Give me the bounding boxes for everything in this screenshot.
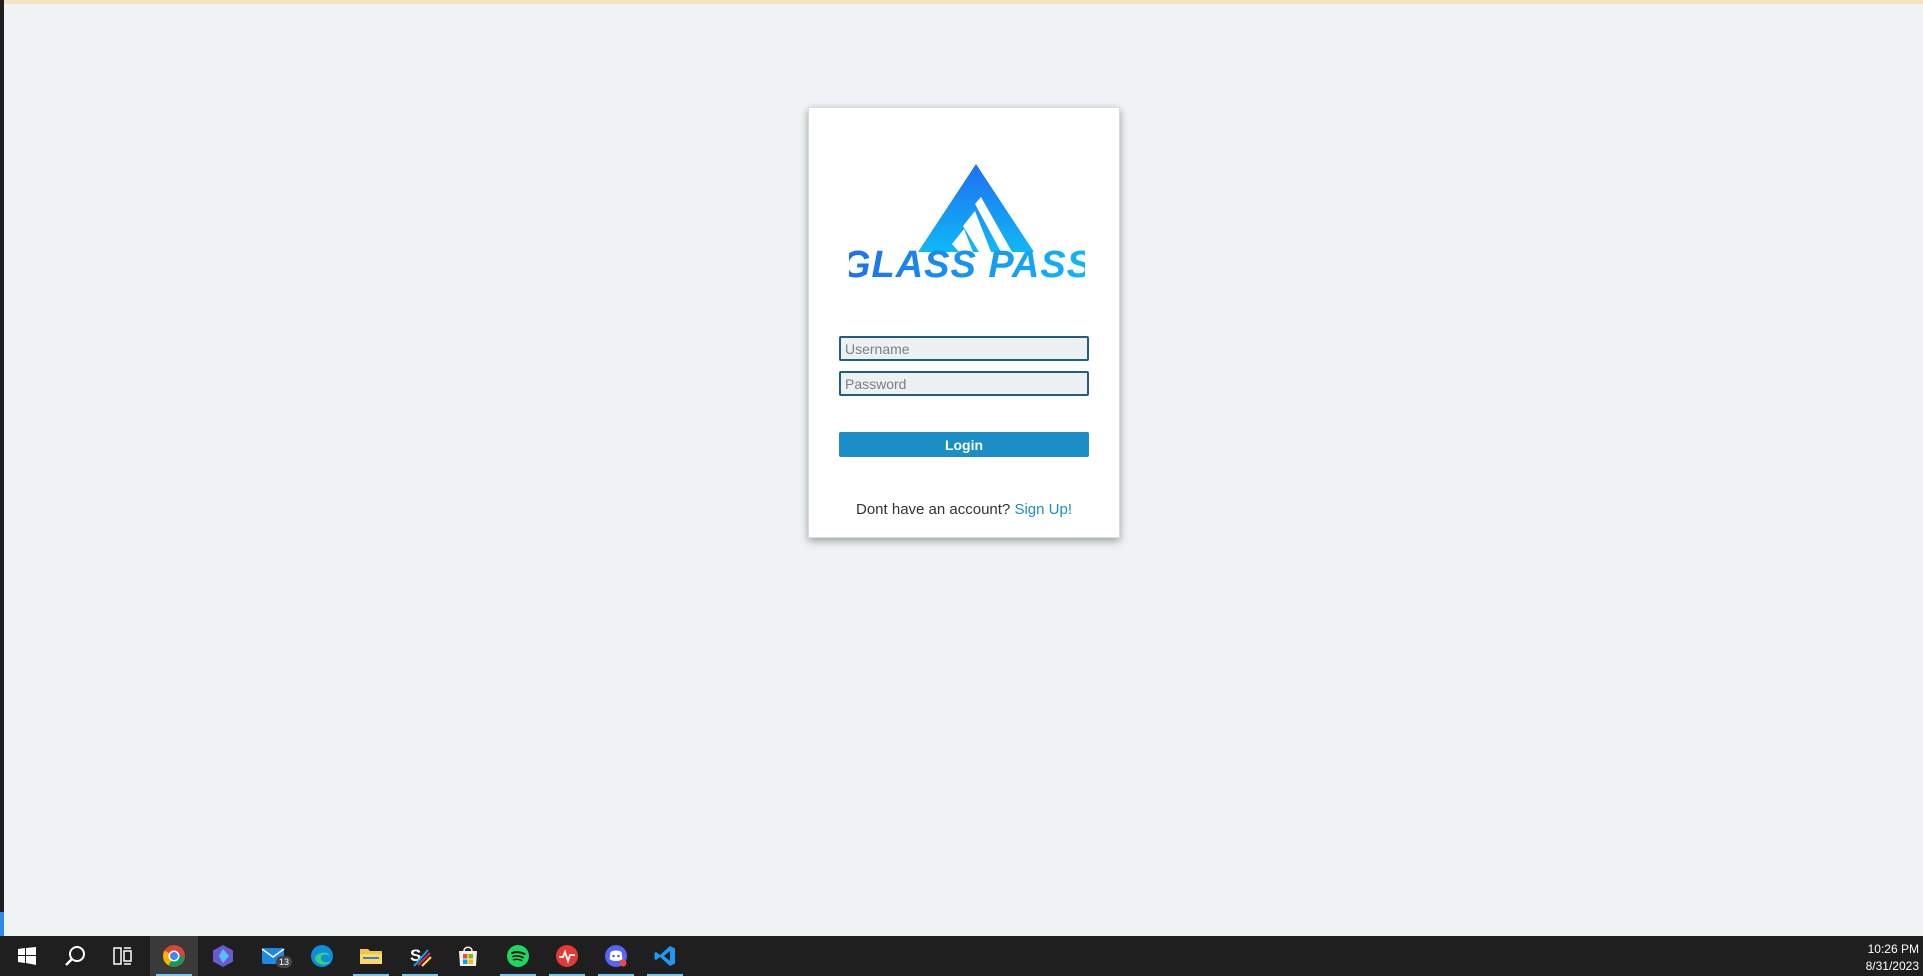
taskbar-activity-app[interactable] <box>543 936 591 976</box>
search-icon <box>65 946 85 966</box>
store-icon <box>459 946 477 966</box>
login-card: GLASS PASS Login Dont have an account? S… <box>808 107 1120 538</box>
start-icon <box>18 947 36 965</box>
username-input[interactable] <box>839 336 1089 361</box>
window-left-edge <box>0 0 4 936</box>
signup-prompt: Dont have an account? <box>856 501 1011 518</box>
taskbar-copilot[interactable] <box>199 936 247 976</box>
vscode-icon <box>654 946 675 966</box>
clock-time: 10:26 PM <box>1867 942 1919 956</box>
chrome-icon <box>163 945 185 967</box>
search-button[interactable] <box>51 936 99 976</box>
taskbar: 13 S 10:26 PM 8/31/2023 <box>0 936 1923 976</box>
taskbar-edge[interactable] <box>298 936 346 976</box>
taskbar-app-s[interactable]: S <box>396 936 444 976</box>
taskbar-vscode[interactable] <box>641 936 689 976</box>
app-s-icon: S <box>410 946 432 967</box>
start-button[interactable] <box>3 936 51 976</box>
taskbar-spotify[interactable] <box>494 936 542 976</box>
taskbar-store[interactable] <box>444 936 492 976</box>
glass-pass-logo: GLASS PASS <box>849 156 1085 278</box>
taskbar-file-explorer[interactable] <box>347 936 395 976</box>
task-view-button[interactable] <box>99 936 147 976</box>
activity-app-icon <box>556 945 578 967</box>
system-clock[interactable]: 10:26 PM 8/31/2023 <box>1866 941 1919 975</box>
taskbar-chrome[interactable] <box>150 936 198 976</box>
file-explorer-icon <box>360 949 382 964</box>
signup-row: Dont have an account? Sign Up! <box>809 501 1119 518</box>
edge-icon <box>311 945 333 967</box>
mail-badge: 13 <box>276 956 293 968</box>
clock-date: 8/31/2023 <box>1865 959 1919 973</box>
taskbar-mail[interactable]: 13 <box>249 936 297 976</box>
logo-text: GLASS PASS <box>849 244 1085 278</box>
signup-link[interactable]: Sign Up! <box>1014 501 1072 518</box>
login-button[interactable]: Login <box>839 432 1089 457</box>
browser-info-bar <box>0 0 1923 4</box>
task-view-icon <box>113 947 132 965</box>
discord-icon <box>605 945 627 967</box>
window-left-edge-accent <box>0 912 4 936</box>
copilot-icon <box>213 945 233 967</box>
taskbar-discord[interactable] <box>592 936 640 976</box>
password-input[interactable] <box>839 371 1089 396</box>
spotify-icon <box>507 945 529 967</box>
